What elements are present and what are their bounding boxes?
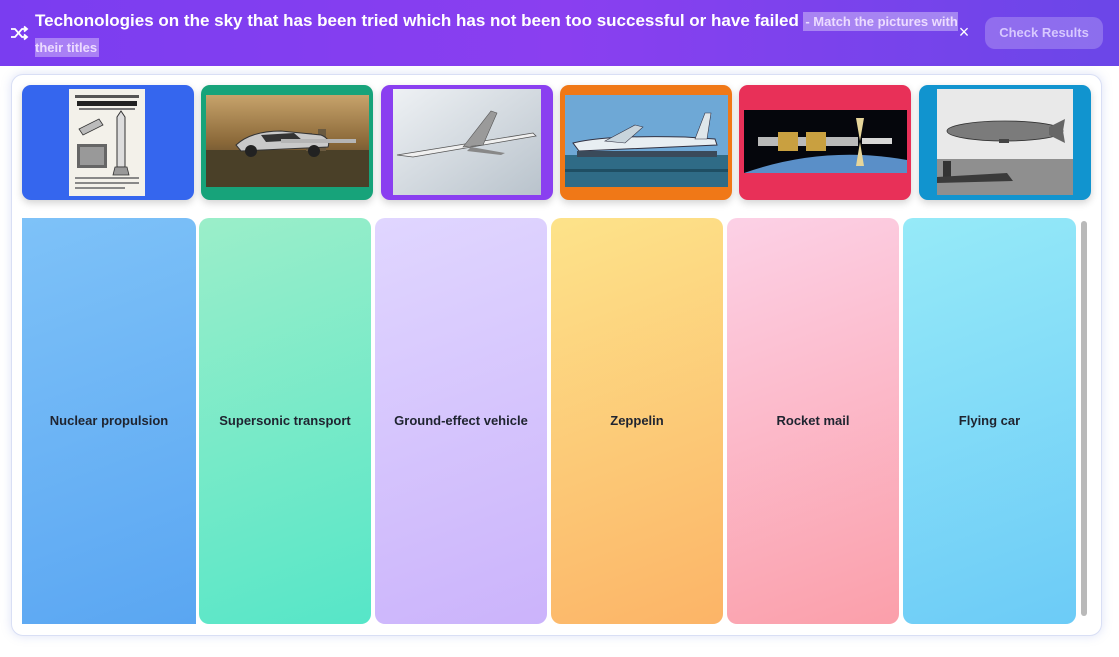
drop-zone-supersonic-transport[interactable]: Supersonic transport xyxy=(199,218,371,624)
check-results-button[interactable]: Check Results xyxy=(985,17,1103,49)
drop-zone-rocket-mail[interactable]: Rocket mail xyxy=(727,218,899,624)
vertical-scrollbar[interactable] xyxy=(1078,218,1090,624)
drop-zone-label: Ground-effect vehicle xyxy=(394,413,528,428)
card-picture xyxy=(937,89,1073,195)
close-icon[interactable]: × xyxy=(956,22,972,42)
drop-zone-flying-car[interactable]: Flying car xyxy=(903,218,1076,624)
drop-zone-zeppelin[interactable]: Zeppelin xyxy=(551,218,723,624)
drop-zone-label: Nuclear propulsion xyxy=(49,413,169,428)
drop-zone-ground-effect-vehicle[interactable]: Ground-effect vehicle xyxy=(375,218,547,624)
card-picture xyxy=(565,95,728,187)
shuffle-icon[interactable] xyxy=(9,23,29,43)
drop-zone-label: Zeppelin xyxy=(610,413,664,428)
drop-zone-label: Rocket mail xyxy=(776,413,850,428)
card-picture xyxy=(69,89,145,196)
activity-title: Techonologies on the sky that has been t… xyxy=(35,11,799,30)
drop-zone-label: Supersonic transport xyxy=(219,413,351,428)
activity-header: Techonologies on the sky that has been t… xyxy=(0,0,1119,66)
card-flying-car[interactable] xyxy=(201,85,373,200)
card-concorde[interactable] xyxy=(381,85,553,200)
card-picture xyxy=(744,110,907,173)
activity-title-block: Techonologies on the sky that has been t… xyxy=(35,8,960,61)
scrollbar-thumb[interactable] xyxy=(1081,221,1087,616)
card-picture xyxy=(206,95,369,187)
card-nuclear-rocket-document[interactable] xyxy=(22,85,194,200)
card-nuclear-spacecraft[interactable] xyxy=(739,85,911,200)
card-ekranoplan[interactable] xyxy=(560,85,732,200)
card-zeppelin[interactable] xyxy=(919,85,1091,200)
drop-zone-label: Flying car xyxy=(958,413,1021,428)
drop-zone-nuclear-propulsion[interactable]: Nuclear propulsion xyxy=(22,218,196,624)
card-picture xyxy=(393,89,541,195)
